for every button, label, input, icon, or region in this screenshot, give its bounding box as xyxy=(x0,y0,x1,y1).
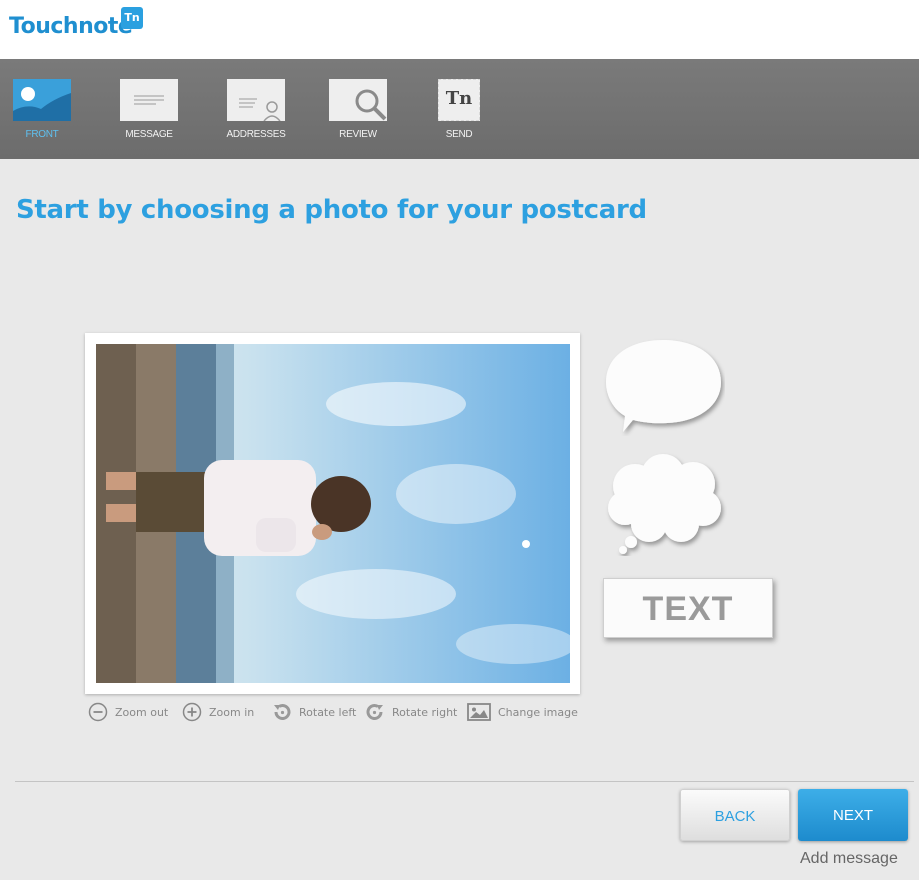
step-front-label: FRONT xyxy=(25,129,59,140)
text-sticker[interactable]: TEXT xyxy=(603,578,773,638)
zoom-out-label: Zoom out xyxy=(115,705,169,719)
change-image-icon xyxy=(467,702,491,722)
change-image-control[interactable]: Change image xyxy=(467,702,578,722)
rotate-right-label: Rotate right xyxy=(392,705,458,719)
zoom-in-label: Zoom in xyxy=(209,705,255,719)
postcard-photo-frame xyxy=(85,333,580,694)
review-icon xyxy=(329,79,387,121)
photo-icon xyxy=(13,79,71,121)
svg-text:Tn: Tn xyxy=(446,88,472,109)
change-image-label: Change image xyxy=(498,705,578,719)
zoom-out-icon xyxy=(88,702,108,722)
rotate-left-label: Rotate left xyxy=(299,705,357,719)
rotate-right-icon xyxy=(365,702,385,722)
thought-bubble-sticker[interactable] xyxy=(605,452,727,560)
add-message-link[interactable]: Add message xyxy=(800,850,898,868)
step-addresses[interactable]: ADDRESSES xyxy=(221,79,291,140)
rotate-left-icon xyxy=(272,702,292,722)
postcard-photo[interactable] xyxy=(96,344,570,683)
logo-badge-icon: Tn xyxy=(121,7,143,29)
step-send-label: SEND xyxy=(445,129,473,140)
zoom-out-control[interactable]: Zoom out xyxy=(88,702,168,722)
logo[interactable]: Touchnote xyxy=(9,14,133,39)
step-message-label: MESSAGE xyxy=(125,129,173,140)
stamp-icon: Tn xyxy=(437,78,481,122)
header: Touchnote Tn xyxy=(0,0,919,59)
zoom-in-control[interactable]: Zoom in xyxy=(182,702,254,722)
step-send[interactable]: Tn SEND xyxy=(424,78,494,140)
page-title: Start by choosing a photo for your postc… xyxy=(16,195,647,225)
step-addresses-label: ADDRESSES xyxy=(226,129,286,140)
addresses-icon xyxy=(227,79,285,122)
message-icon xyxy=(120,79,178,121)
step-review[interactable]: REVIEW xyxy=(323,79,393,140)
step-front[interactable]: FRONT xyxy=(7,79,77,140)
divider xyxy=(15,781,914,782)
rotate-right-control[interactable]: Rotate right xyxy=(365,702,457,722)
next-button[interactable]: NEXT xyxy=(798,789,908,841)
zoom-in-icon xyxy=(182,702,202,722)
step-toolbar: FRONT MESSAGE ADDRESSES REVIEW Tn SEND xyxy=(0,59,919,159)
step-review-label: REVIEW xyxy=(339,129,377,140)
back-button[interactable]: BACK xyxy=(680,789,790,841)
rotate-left-control[interactable]: Rotate left xyxy=(272,702,356,722)
speech-bubble-sticker[interactable] xyxy=(603,336,725,440)
step-message[interactable]: MESSAGE xyxy=(114,79,184,140)
